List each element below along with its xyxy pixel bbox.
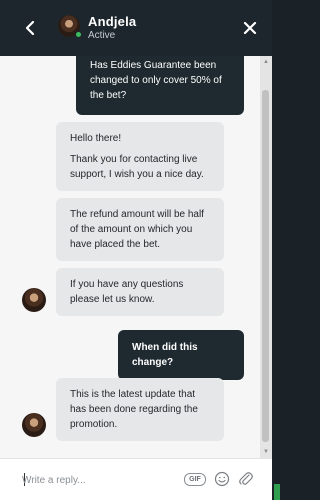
smiley-icon <box>214 471 230 487</box>
paperclip-icon <box>239 472 253 485</box>
message-text: Hello there! <box>70 133 122 144</box>
online-status-dot <box>75 31 82 38</box>
message-text: The refund amount will be half of the am… <box>70 209 204 250</box>
chat-widget: Andjela Active Has Eddies Guarantee been… <box>0 0 272 500</box>
agent-message: If you have any questions please let us … <box>56 268 224 316</box>
scrollbar-thumb[interactable] <box>262 90 269 442</box>
agent-message: Hello there! Thank you for contacting li… <box>56 122 224 191</box>
agent-message: The refund amount will be half of the am… <box>56 198 224 261</box>
message-list[interactable]: Has Eddies Guarantee been changed to onl… <box>0 56 272 458</box>
attach-button[interactable] <box>238 470 254 488</box>
user-message: Has Eddies Guarantee been changed to onl… <box>76 56 244 115</box>
chat-header: Andjela Active <box>0 0 272 56</box>
message-text: Has Eddies Guarantee been changed to onl… <box>90 60 222 101</box>
agent-message: This is the latest update that has been … <box>56 378 224 441</box>
message-text: Thank you for contacting live support, I… <box>70 154 204 180</box>
agent-message-avatar <box>22 413 46 437</box>
reply-input[interactable] <box>22 472 172 488</box>
gif-button[interactable]: GIF <box>184 473 206 486</box>
scroll-up-arrow[interactable]: ▲ <box>262 58 270 66</box>
message-text: When did this change? <box>132 342 198 368</box>
emoji-button[interactable] <box>214 471 230 487</box>
message-text: This is the latest update that has been … <box>70 389 198 430</box>
agent-message-avatar <box>22 288 46 312</box>
back-button[interactable] <box>22 18 40 38</box>
close-icon <box>243 21 257 35</box>
message-text: If you have any questions please let us … <box>70 279 184 305</box>
scroll-down-arrow[interactable]: ▼ <box>262 448 270 456</box>
page-edge-accent <box>274 484 280 500</box>
chevron-left-icon <box>25 20 35 36</box>
reply-composer: GIF <box>0 458 272 500</box>
page-edge <box>272 0 280 500</box>
agent-status: Active <box>88 30 116 41</box>
agent-name: Andjela <box>88 14 137 29</box>
user-message: When did this change? <box>118 330 244 380</box>
close-button[interactable] <box>240 18 260 38</box>
